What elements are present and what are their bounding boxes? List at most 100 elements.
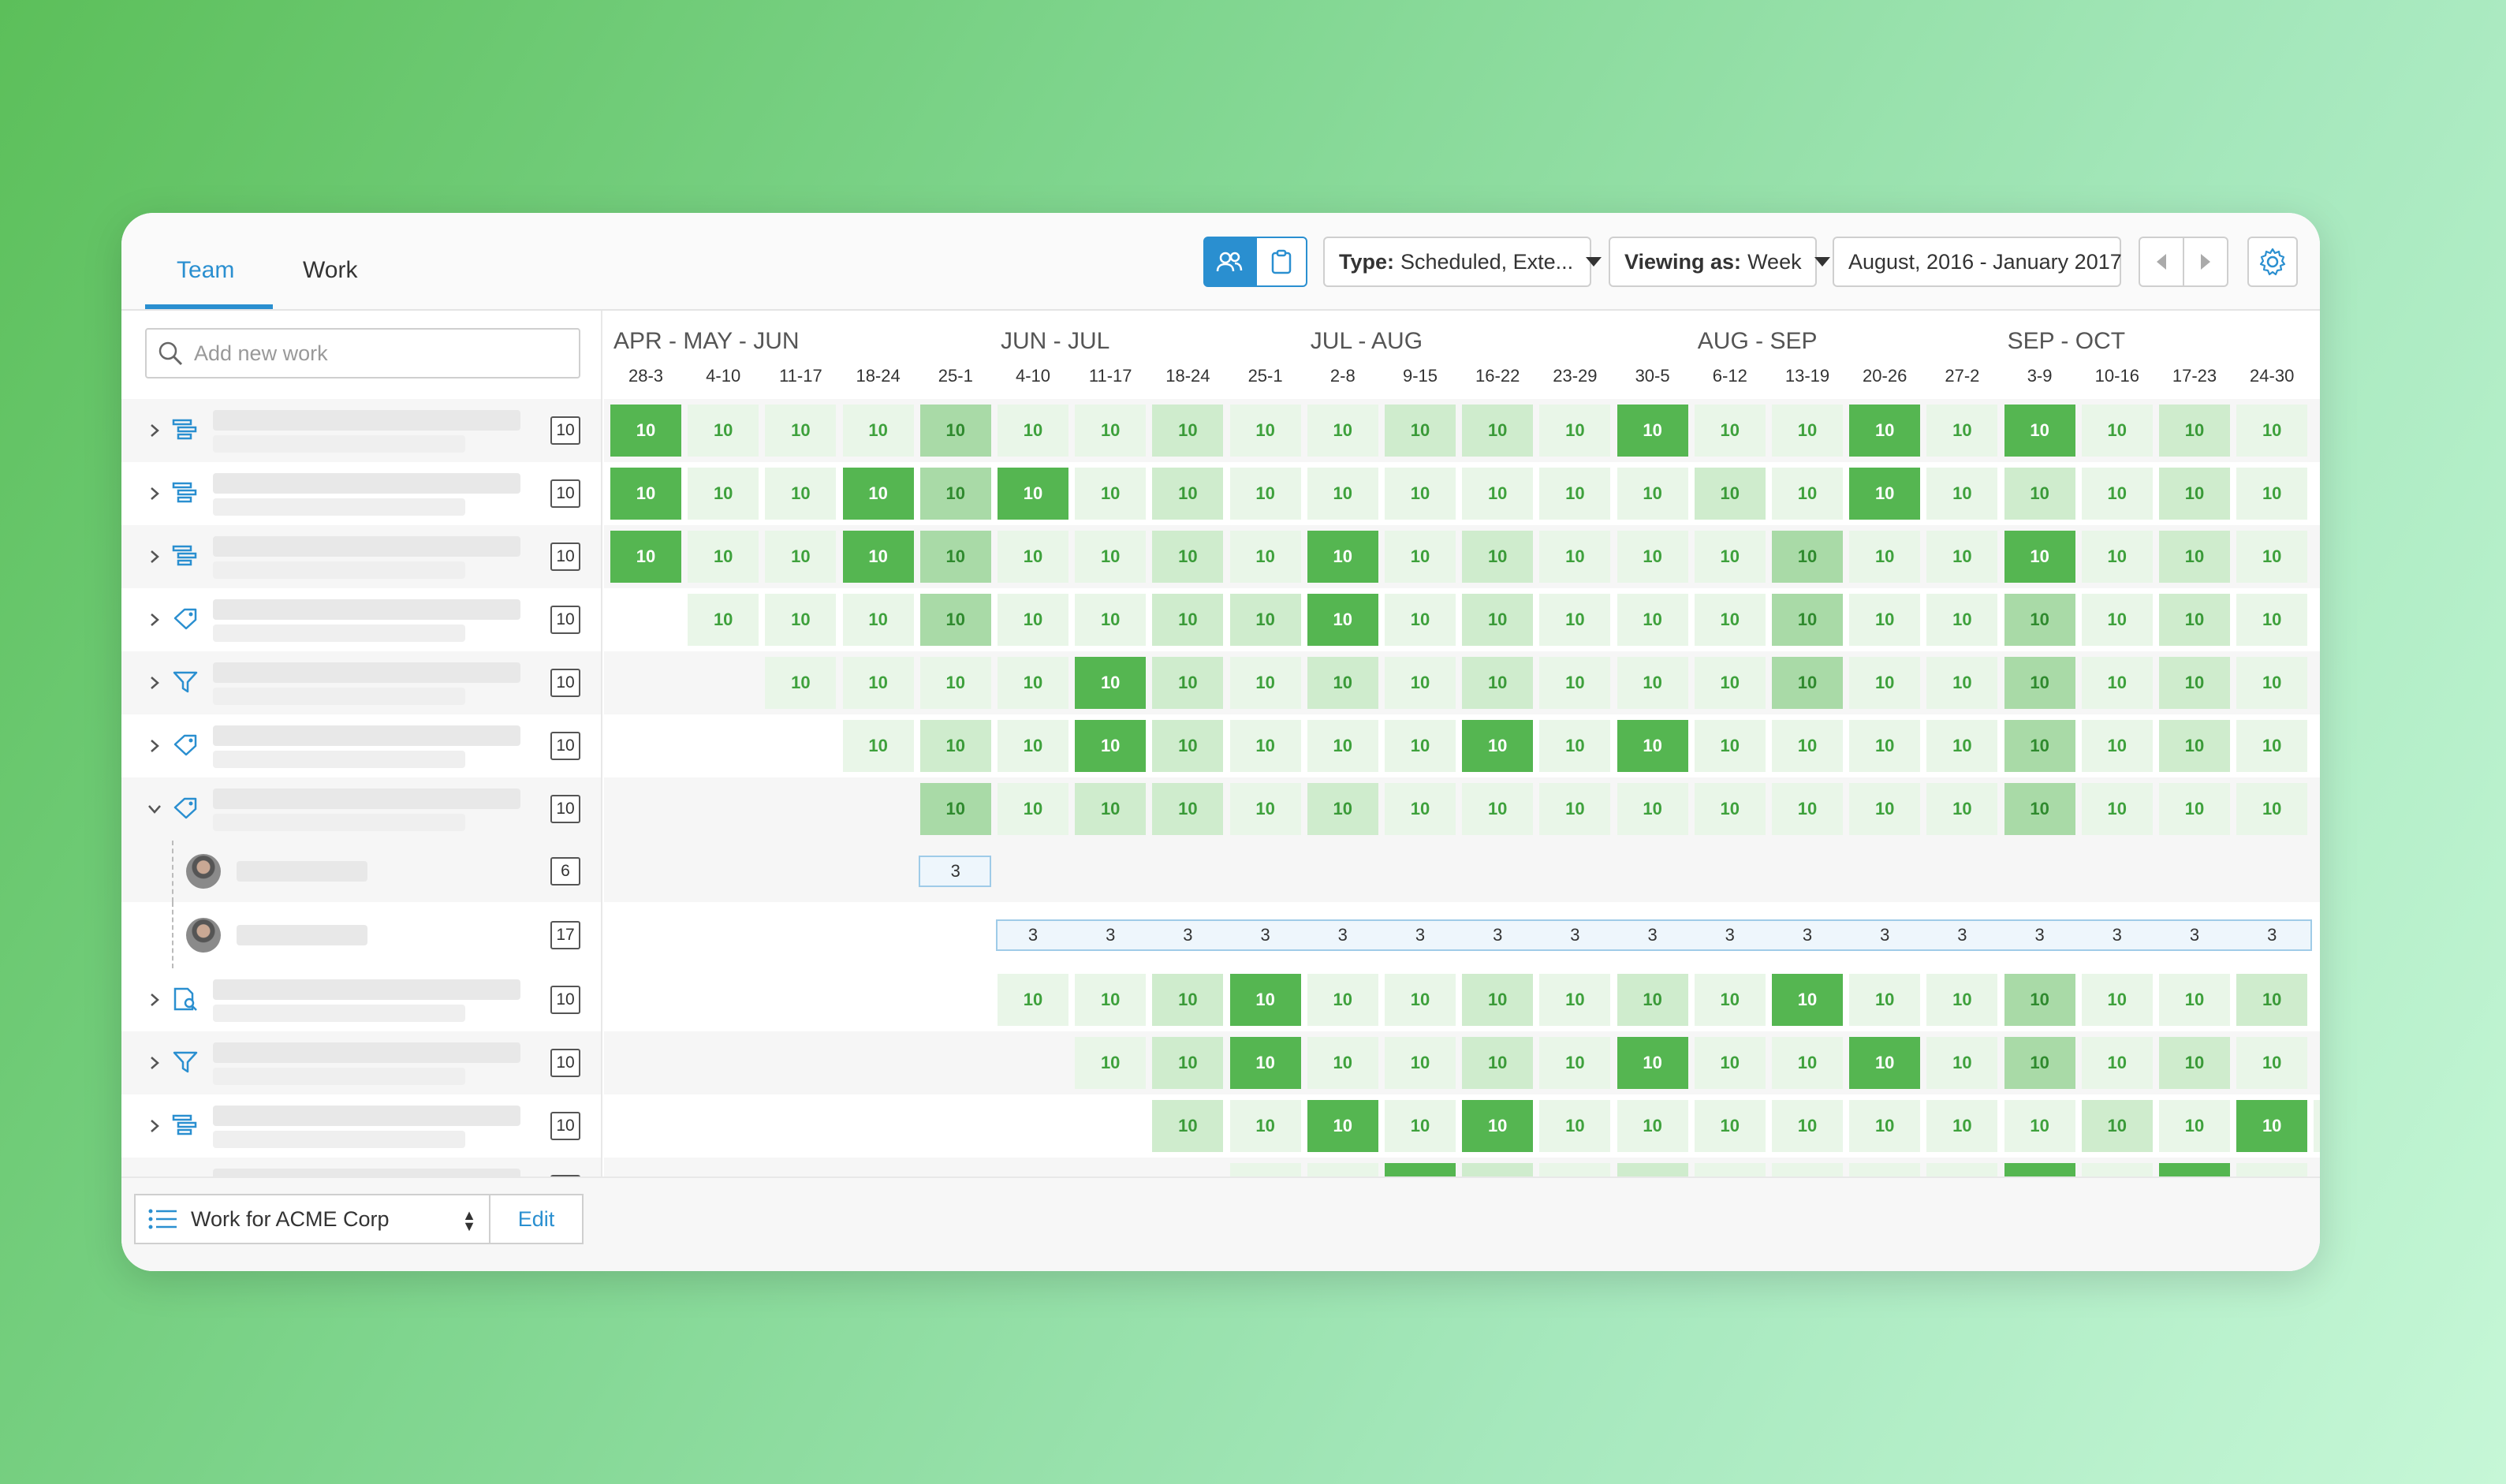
allocation-cell[interactable]: 10 bbox=[765, 657, 837, 709]
allocation-cell[interactable]: 10 bbox=[1617, 468, 1688, 520]
allocation-cell[interactable]: 10 bbox=[1772, 468, 1843, 520]
settings-button[interactable] bbox=[2247, 237, 2298, 287]
allocation-cell[interactable]: 10 bbox=[1694, 405, 1766, 457]
work-row[interactable]: 10 bbox=[121, 714, 601, 777]
allocation-cell[interactable]: 10 bbox=[1617, 657, 1688, 709]
allocation-cell[interactable]: 10 bbox=[1307, 783, 1378, 835]
allocation-cell[interactable]: 10 bbox=[1462, 1163, 1534, 1176]
allocation-cell[interactable]: 10 bbox=[1152, 594, 1224, 646]
allocation-cell[interactable]: 10 bbox=[1307, 531, 1378, 583]
work-row[interactable]: 10 bbox=[121, 651, 601, 714]
allocation-cell[interactable]: 10 bbox=[1307, 1163, 1378, 1176]
allocation-cell[interactable]: 10 bbox=[1075, 594, 1147, 646]
allocation-cell[interactable]: 10 bbox=[1229, 783, 1301, 835]
allocation-cell[interactable]: 10 bbox=[610, 531, 681, 583]
chevron-right-icon[interactable] bbox=[145, 484, 164, 503]
allocation-cell[interactable]: 10 bbox=[1617, 594, 1688, 646]
allocation-cell[interactable]: 10 bbox=[1926, 1100, 1998, 1152]
allocation-cell[interactable]: 10 bbox=[2236, 1037, 2308, 1089]
allocation-cell[interactable]: 10 bbox=[1462, 974, 1534, 1026]
allocation-cell[interactable]: 10 bbox=[1229, 720, 1301, 772]
allocation-cell[interactable]: 10 bbox=[1617, 1037, 1688, 1089]
allocation-cell[interactable]: 10 bbox=[1307, 468, 1378, 520]
allocation-cell[interactable]: 10 bbox=[919, 405, 991, 457]
search-box[interactable] bbox=[145, 328, 580, 378]
allocation-cell[interactable]: 10 bbox=[1075, 1037, 1147, 1089]
allocation-cell[interactable]: 10 bbox=[1772, 657, 1843, 709]
member-allocation-bar[interactable]: 3 bbox=[918, 856, 991, 887]
allocation-cell[interactable]: 10 bbox=[842, 657, 914, 709]
allocation-cell[interactable]: 10 bbox=[919, 594, 991, 646]
allocation-cell[interactable]: 10 bbox=[2081, 1037, 2153, 1089]
allocation-cell[interactable]: 10 bbox=[1385, 1037, 1456, 1089]
allocation-cell[interactable]: 10 bbox=[1539, 720, 1611, 772]
allocation-cell[interactable]: 10 bbox=[1539, 1037, 1611, 1089]
allocation-cell[interactable]: 10 bbox=[1075, 783, 1147, 835]
allocation-cell[interactable]: 10 bbox=[2004, 468, 2075, 520]
allocation-cell[interactable]: 10 bbox=[919, 657, 991, 709]
allocation-cell[interactable]: 10 bbox=[1307, 720, 1378, 772]
allocation-cell[interactable]: 10 bbox=[2159, 1100, 2230, 1152]
allocation-cell[interactable]: 10 bbox=[1385, 783, 1456, 835]
allocation-cell[interactable]: 10 bbox=[998, 531, 1068, 583]
work-view-toggle[interactable] bbox=[1255, 237, 1307, 287]
allocation-cell[interactable]: 10 bbox=[1539, 1100, 1611, 1152]
allocation-cell[interactable]: 10 bbox=[1694, 783, 1766, 835]
work-row[interactable]: 10 bbox=[121, 525, 601, 588]
allocation-cell[interactable]: 10 bbox=[1385, 1163, 1456, 1176]
allocation-cell[interactable]: 10 bbox=[1926, 1163, 1998, 1176]
allocation-cell[interactable]: 10 bbox=[1926, 531, 1998, 583]
allocation-cell[interactable]: 10 bbox=[1849, 1037, 1921, 1089]
allocation-cell[interactable]: 10 bbox=[1926, 594, 1998, 646]
allocation-cell[interactable]: 10 bbox=[2081, 531, 2153, 583]
allocation-cell[interactable]: 10 bbox=[1617, 405, 1688, 457]
allocation-cell[interactable]: 10 bbox=[2159, 405, 2230, 457]
allocation-cell[interactable]: 10 bbox=[919, 720, 991, 772]
allocation-cell[interactable]: 10 bbox=[2004, 720, 2075, 772]
allocation-cell[interactable]: 10 bbox=[1152, 1100, 1224, 1152]
allocation-cell[interactable]: 10 bbox=[1462, 720, 1534, 772]
allocation-cell[interactable]: 10 bbox=[1617, 720, 1688, 772]
allocation-cell[interactable]: 10 bbox=[1229, 1163, 1301, 1176]
allocation-cell[interactable]: 10 bbox=[1307, 1100, 1378, 1152]
date-range-selector[interactable]: August, 2016 - January 2017 bbox=[1833, 237, 2122, 287]
tab-work[interactable]: Work bbox=[303, 257, 357, 284]
allocation-cell[interactable]: 10 bbox=[2159, 594, 2230, 646]
allocation-cell[interactable]: 10 bbox=[842, 405, 914, 457]
allocation-cell[interactable]: 10 bbox=[1385, 531, 1456, 583]
allocation-cell[interactable]: 10 bbox=[1462, 405, 1534, 457]
allocation-cell[interactable]: 10 bbox=[1307, 657, 1378, 709]
allocation-cell[interactable]: 10 bbox=[2236, 468, 2308, 520]
allocation-cell[interactable]: 10 bbox=[765, 594, 837, 646]
chevron-right-icon[interactable] bbox=[145, 990, 164, 1009]
allocation-cell[interactable]: 10 bbox=[1229, 1037, 1301, 1089]
allocation-cell[interactable]: 10 bbox=[1462, 1037, 1534, 1089]
allocation-cell[interactable]: 10 bbox=[1152, 657, 1224, 709]
allocation-cell[interactable]: 10 bbox=[2159, 1037, 2230, 1089]
allocation-cell[interactable]: 10 bbox=[998, 974, 1068, 1026]
allocation-cell[interactable]: 10 bbox=[765, 531, 837, 583]
allocation-cell[interactable]: 10 bbox=[1772, 531, 1843, 583]
allocation-cell[interactable]: 10 bbox=[610, 405, 681, 457]
allocation-cell[interactable]: 10 bbox=[688, 405, 759, 457]
allocation-cell[interactable]: 10 bbox=[1539, 531, 1611, 583]
allocation-cell[interactable]: 10 bbox=[2004, 531, 2075, 583]
chevron-right-icon[interactable] bbox=[145, 673, 164, 692]
allocation-cell[interactable]: 10 bbox=[1385, 974, 1456, 1026]
type-filter-dropdown[interactable]: Type: Scheduled, Exte... bbox=[1323, 237, 1602, 287]
member-allocation-bar[interactable]: 3 3 3 3 3 3 3 3 3 3 3 3 3 3 3 3 3 bbox=[996, 919, 2313, 951]
allocation-cell[interactable]: 10 bbox=[1152, 531, 1224, 583]
allocation-cell[interactable]: 10 bbox=[1772, 594, 1843, 646]
allocation-cell[interactable]: 10 bbox=[1849, 974, 1921, 1026]
allocation-cell[interactable]: 10 bbox=[2314, 1100, 2320, 1152]
allocation-cell[interactable]: 10 bbox=[1617, 531, 1688, 583]
allocation-cell[interactable]: 10 bbox=[1694, 974, 1766, 1026]
allocation-cell[interactable]: 10 bbox=[1385, 1100, 1456, 1152]
allocation-cell[interactable]: 10 bbox=[1926, 720, 1998, 772]
allocation-cell[interactable]: 10 bbox=[1694, 1100, 1766, 1152]
allocation-cell[interactable]: 10 bbox=[2159, 783, 2230, 835]
allocation-cell[interactable]: 10 bbox=[1307, 974, 1378, 1026]
allocation-cell[interactable]: 10 bbox=[1462, 657, 1534, 709]
allocation-cell[interactable]: 10 bbox=[1229, 974, 1301, 1026]
allocation-cell[interactable]: 10 bbox=[2004, 1037, 2075, 1089]
